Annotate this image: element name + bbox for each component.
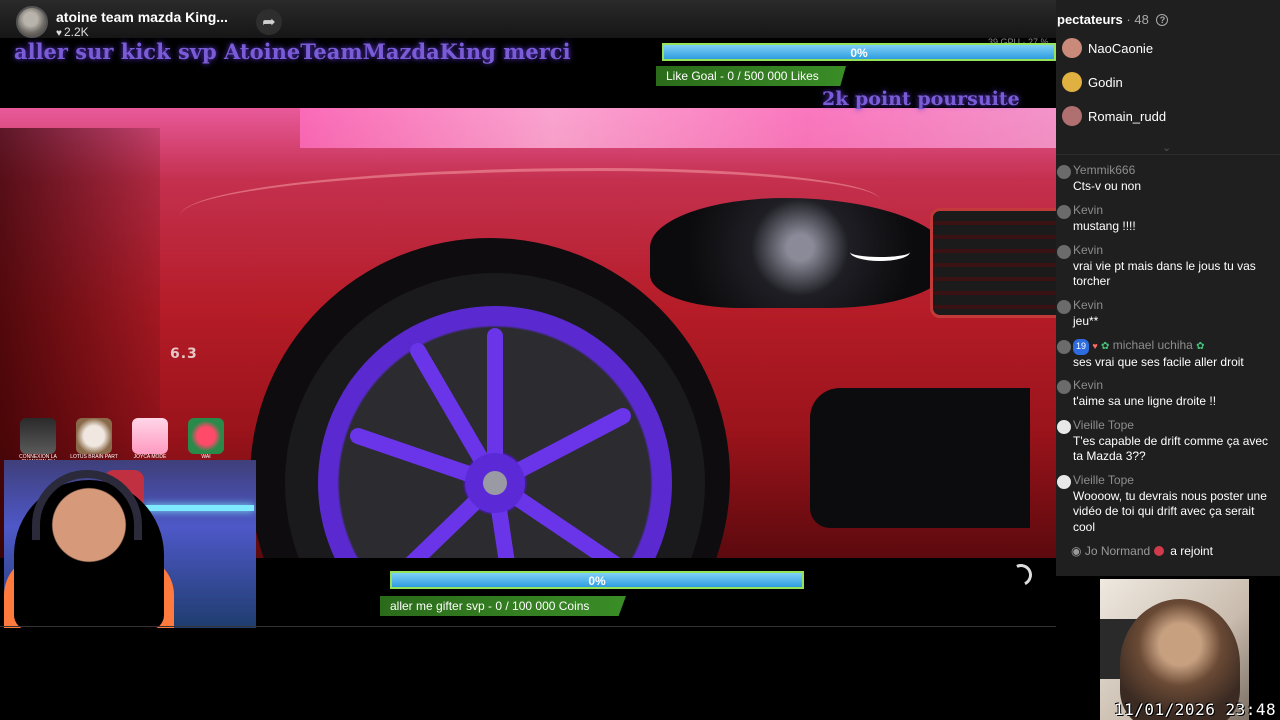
- viewer-avatar: [1062, 106, 1082, 126]
- status-dot-icon: [1153, 546, 1164, 556]
- top-viewer[interactable]: NaoCaonie: [1062, 38, 1153, 58]
- chat-username[interactable]: michael uchiha: [1113, 338, 1193, 352]
- chat-username-row: 19 ♥ ✿ michael uchiha ✿: [1073, 338, 1279, 355]
- car-badge: 6.3: [170, 346, 198, 362]
- user-avatar: [1057, 380, 1071, 394]
- viewers-label: pectateurs: [1057, 12, 1123, 27]
- viewers-count-prefix: ·: [1126, 12, 1131, 27]
- user-avatar: [1057, 475, 1071, 489]
- like-goal-label: Like Goal - 0 / 500 000 Likes: [656, 66, 846, 86]
- chat-text: Woooow, tu devrais nous poster une vidéo…: [1073, 488, 1267, 534]
- chat-text: T'es capable de drift comme ça avec ta M…: [1073, 433, 1269, 464]
- chat-message: Kevin t'aime sa une ligne droite !!: [1057, 378, 1279, 409]
- chat-username[interactable]: Kevin: [1073, 378, 1279, 394]
- chat-text: t'aime sa une ligne droite !!: [1073, 393, 1217, 408]
- top-viewer[interactable]: Godin: [1062, 72, 1123, 92]
- chat-message: Kevin mustang !!!!: [1057, 203, 1279, 234]
- secondary-camera: [1100, 579, 1249, 720]
- stream-title[interactable]: atoine team mazda King...: [56, 9, 228, 25]
- chat-message: Yemmik666 Cts-v ou non: [1057, 163, 1279, 194]
- like-count-value: 2.2K: [63, 25, 89, 39]
- viewer-avatar: [1062, 38, 1082, 58]
- chat-message: Kevin jeu**: [1057, 298, 1279, 329]
- join-badge-icon: ◉: [1071, 544, 1082, 558]
- like-count: ♥ 2.2K: [56, 25, 89, 39]
- like-goal-bar: 0%: [662, 43, 1056, 61]
- top-viewer[interactable]: Romain_rudd: [1062, 106, 1166, 126]
- user-avatar: [1057, 205, 1071, 219]
- heart-badge-icon: ♥: [1092, 341, 1098, 351]
- led-light: [144, 505, 254, 511]
- user-avatar: [1057, 420, 1071, 434]
- car-grille: [930, 208, 1056, 318]
- join-notice: ◉ Jo Normand a rejoint: [1071, 544, 1213, 558]
- share-button[interactable]: ➦: [256, 9, 282, 35]
- chat-message: 19 ♥ ✿ michael uchiha ✿ ses vrai que ses…: [1057, 338, 1279, 370]
- neon-lights: [300, 108, 1056, 148]
- chat-username[interactable]: Kevin: [1073, 203, 1279, 219]
- chat-message: Vieille Tope Woooow, tu devrais nous pos…: [1057, 473, 1279, 535]
- chat-username[interactable]: Yemmik666: [1073, 163, 1279, 179]
- video-bottom-edge: [0, 626, 1056, 627]
- chat-text: ses vrai que ses facile aller droit: [1073, 354, 1244, 369]
- car-headlight: [650, 198, 950, 308]
- viewers-header: pectateurs · 48 ?: [1057, 12, 1169, 27]
- alert-image: [76, 418, 112, 454]
- viewer-name: NaoCaonie: [1088, 40, 1154, 56]
- user-avatar: [1057, 300, 1071, 314]
- chat-text: vrai vie pt mais dans le jous tu vas tor…: [1073, 258, 1256, 289]
- car-bumper-vent: [810, 388, 1030, 528]
- user-avatar: [1057, 340, 1071, 354]
- chat-username[interactable]: Kevin: [1073, 243, 1279, 259]
- viewer-name: Godin: [1088, 74, 1123, 90]
- chat-panel: pectateurs · 48 ? NaoCaonie Godin Romain…: [1056, 0, 1280, 576]
- gift-goal-label: aller me gifter svp - 0 / 100 000 Coins: [380, 596, 626, 616]
- alert-image: [132, 418, 168, 454]
- alert-image: [20, 418, 56, 454]
- rim-spokes: [350, 328, 631, 558]
- chat-divider: [1056, 154, 1280, 155]
- user-avatar: [1057, 245, 1071, 259]
- points-overlay-text: 2k point poursuite: [822, 88, 1020, 110]
- camera-timestamp: 11/01/2026 23:48: [1114, 700, 1277, 719]
- chat-message: Vieille Tope T'es capable de drift comme…: [1057, 418, 1279, 465]
- share-arrow-icon: ➦: [262, 14, 276, 31]
- leaf-badge-icon: ✿: [1101, 341, 1110, 352]
- join-text: a rejoint: [1170, 544, 1213, 558]
- user-avatar: [1057, 165, 1071, 179]
- loading-spinner-icon: [1006, 560, 1036, 590]
- chat-username[interactable]: Vieille Tope: [1073, 418, 1279, 434]
- viewers-count: 48: [1134, 12, 1149, 27]
- chat-text: Cts-v ou non: [1073, 178, 1142, 193]
- stream-header: atoine team mazda King... ♥ 2.2K ➦: [0, 0, 1056, 39]
- join-username[interactable]: Jo Normand: [1085, 544, 1150, 558]
- like-goal-percent: 0%: [850, 46, 868, 60]
- alert-image: [188, 418, 224, 454]
- streamer-webcam: [4, 460, 256, 628]
- viewer-avatar: [1062, 72, 1082, 92]
- gift-goal-percent: 0%: [588, 574, 606, 588]
- chat-username[interactable]: Vieille Tope: [1073, 473, 1279, 489]
- info-icon[interactable]: ?: [1156, 14, 1169, 26]
- chat-username[interactable]: Kevin: [1073, 298, 1279, 314]
- expand-chevron-icon[interactable]: ⌄: [1162, 141, 1171, 154]
- gift-goal-bar: 0%: [390, 571, 804, 589]
- leaf-badge-icon: ✿: [1196, 341, 1205, 352]
- chat-text: jeu**: [1073, 313, 1099, 328]
- kick-overlay-text: aller sur kick svp AtoineTeamMazdaKing m…: [14, 39, 571, 64]
- viewer-name: Romain_rudd: [1088, 108, 1167, 124]
- chat-text: mustang !!!!: [1073, 218, 1136, 233]
- stream-video[interactable]: 6.3 aller sur kick svp AtoineTeamMazdaKi…: [0, 38, 1056, 630]
- level-badge: 19: [1073, 339, 1090, 355]
- purple-rim: [318, 306, 672, 558]
- streamer-avatar[interactable]: [16, 6, 48, 38]
- chat-message: Kevin vrai vie pt mais dans le jous tu v…: [1057, 243, 1279, 290]
